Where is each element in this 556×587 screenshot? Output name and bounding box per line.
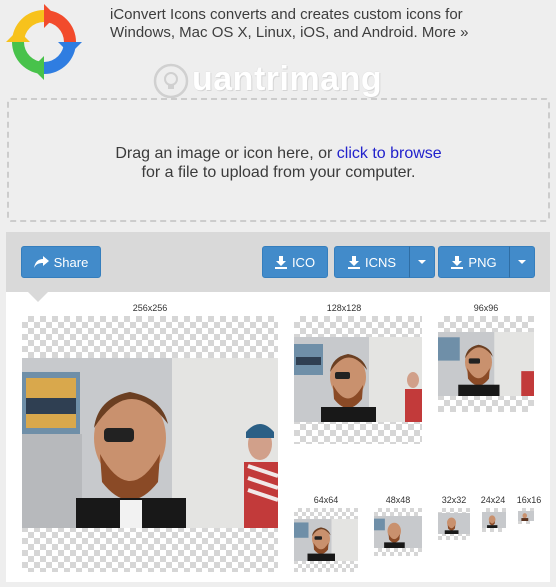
preview-64: [294, 508, 358, 572]
dropzone-instructions: Drag an image or icon here, or click to …: [9, 144, 548, 182]
dropzone-line2: for a file to upload from your computer.: [141, 164, 416, 181]
caret-down-icon: [518, 260, 526, 264]
preview-48: [374, 508, 422, 556]
photo-preview-96: [438, 332, 534, 396]
ico-label: ICO: [291, 254, 316, 270]
caret-down-icon: [418, 260, 426, 264]
download-icon: [451, 255, 464, 269]
dropzone-line1: Drag an image or icon here, or: [115, 145, 337, 162]
size-label-24: 24x24: [480, 495, 506, 505]
size-label-128: 128x128: [326, 303, 362, 313]
png-options-dropdown[interactable]: [509, 246, 535, 278]
preview-16: [518, 508, 534, 524]
photo-preview-256: [22, 358, 278, 528]
icns-label: ICNS: [364, 254, 397, 270]
watermark-text: uantrimang: [192, 60, 383, 98]
preview-32: [438, 508, 470, 540]
size-label-96: 96x96: [473, 303, 499, 313]
size-label-64: 64x64: [313, 495, 339, 505]
photo-preview-24: [482, 512, 506, 528]
png-download-button[interactable]: PNG: [438, 246, 510, 278]
share-label: Share: [53, 254, 89, 270]
preview-96: [438, 316, 534, 412]
preview-256: [22, 316, 278, 572]
photo-preview-48: [374, 516, 422, 548]
icon-preview-area: 256x256 128x128 96x96 64x64 48x48 32x32 …: [6, 292, 550, 582]
share-arrow-icon: [33, 256, 49, 268]
tagline: iConvert Icons converts and creates cust…: [110, 6, 550, 42]
share-pointer-arrow: [28, 292, 48, 302]
photo-preview-16: [518, 511, 534, 521]
download-icon: [274, 255, 287, 269]
preview-24: [482, 508, 506, 532]
photo-preview-128: [294, 337, 422, 422]
photo-preview-64: [294, 519, 358, 561]
photo-preview-32: [438, 513, 470, 534]
download-icon: [347, 255, 360, 269]
upload-dropzone[interactable]: Drag an image or icon here, or click to …: [7, 98, 550, 222]
size-label-16: 16x16: [516, 495, 542, 505]
size-label-256: 256x256: [132, 303, 168, 313]
more-link[interactable]: More »: [422, 24, 469, 41]
png-label: PNG: [468, 254, 497, 270]
tagline-line2: Windows, Mac OS X, Linux, iOS, and Andro…: [110, 24, 418, 41]
share-button[interactable]: Share: [21, 246, 101, 278]
preview-128: [294, 316, 422, 444]
iconvert-logo-icon: [6, 4, 82, 80]
icns-options-dropdown[interactable]: [409, 246, 435, 278]
size-label-48: 48x48: [385, 495, 411, 505]
browse-link[interactable]: click to browse: [337, 145, 442, 162]
icns-download-button[interactable]: ICNS: [334, 246, 410, 278]
size-label-32: 32x32: [441, 495, 467, 505]
export-toolbar: Share ICO ICNS PNG: [6, 232, 550, 292]
ico-download-button[interactable]: ICO: [262, 246, 328, 278]
tagline-line1: iConvert Icons converts and creates cust…: [110, 6, 463, 23]
